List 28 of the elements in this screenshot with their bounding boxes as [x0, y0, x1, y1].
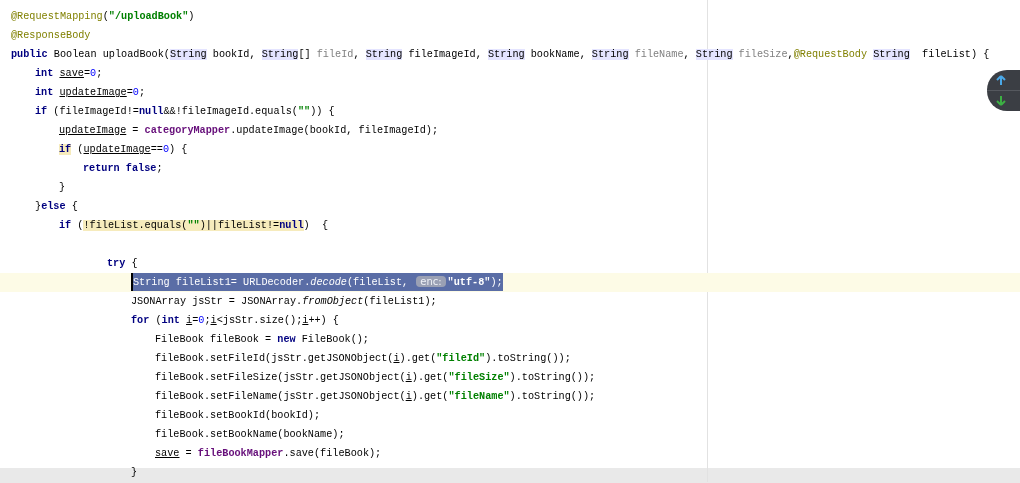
code-text: @RequestMapping("/uploadBook") — [11, 11, 195, 22]
code-text: try { — [107, 258, 138, 269]
code-text: } — [59, 182, 66, 193]
up-arrow-icon — [996, 74, 1006, 86]
code-text: fileBook.setFileName(jsStr.getJSONObject(i).get("fileName").toString()); — [155, 391, 596, 402]
parameter-hint: enc: — [416, 276, 446, 287]
code-text: } — [131, 467, 138, 478]
code-text: int updateImage=0; — [35, 87, 146, 98]
code-text: String fileList1= URLDecoder.decode(fileList, — [133, 277, 410, 288]
code-text: JSONArray jsStr = JSONArray.fromObject(fileList1); — [131, 296, 437, 307]
code-text: int save=0; — [35, 68, 103, 79]
code-text: @ResponseBody — [11, 30, 91, 41]
code-text: fileBook.setFileId(jsStr.getJSONObject(i).get("fileId").toString()); — [155, 353, 571, 364]
code-text: return false; — [83, 163, 163, 174]
code-text: for (int i=0;i<jsStr.size();i++) { — [131, 315, 339, 326]
code-text: "utf-8"); — [447, 277, 503, 288]
code-text: if (updateImage==0) { — [59, 144, 188, 155]
code-text: fileBook.setBookId(bookId); — [155, 410, 321, 421]
code-text: fileBook.setBookName(bookName); — [155, 429, 345, 440]
code-text: if (!fileList.equals("")||fileList!=null) { — [59, 220, 329, 231]
code-text: if (fileImageId!=null&&!fileImageId.equals("")) { — [35, 106, 335, 117]
code-text: fileBook.setFileSize(jsStr.getJSONObject(i).get("fileSize").toString()); — [155, 372, 596, 383]
code-text: save = fileBookMapper.save(fileBook); — [155, 448, 382, 459]
code-text: }else { — [35, 201, 78, 212]
code-text: public Boolean uploadBook(String bookId, String[] fileId, String fileImageId, String bookName, String fileName, String fileSize,@RequestBody String fileList) { — [11, 49, 990, 60]
code-text: updateImage = categoryMapper.updateImage(bookId, fileImageId); — [59, 125, 439, 136]
down-arrow-icon — [996, 95, 1006, 106]
code-text: FileBook fileBook = new FileBook(); — [155, 334, 369, 345]
